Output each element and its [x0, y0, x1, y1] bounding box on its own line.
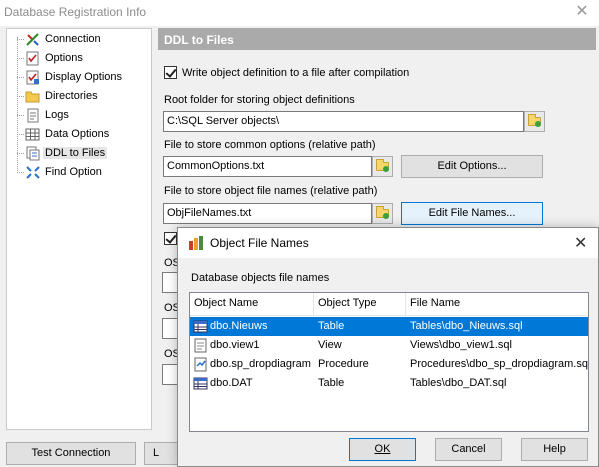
- table-row[interactable]: dbo.Nieuws Table Tables\dbo_Nieuws.sql: [190, 317, 588, 336]
- object-file-names-dialog: Object File Names ✕ Database objects fil…: [177, 227, 599, 467]
- display-options-icon: [26, 70, 39, 85]
- object-file-names-input[interactable]: ObjFileNames.txt: [163, 203, 372, 224]
- cell-object-type: Table: [318, 320, 345, 332]
- column-header-object-name[interactable]: Object Name: [190, 293, 314, 315]
- tree-branch: [17, 172, 24, 173]
- dialog-close-icon[interactable]: ✕: [574, 233, 587, 253]
- secondary-checkbox[interactable]: [164, 232, 177, 245]
- write-definition-label: Write object definition to a file after …: [182, 67, 410, 79]
- edit-options-button[interactable]: Edit Options...: [401, 155, 543, 178]
- cell-object-type: View: [318, 339, 342, 351]
- cell-object-type: Table: [318, 377, 345, 389]
- object-files-listview[interactable]: Object Name Object Type File Name dbo.Ni…: [189, 292, 589, 432]
- panel-heading: DDL to Files: [158, 28, 596, 50]
- cell-object-name: dbo.Nieuws: [210, 320, 268, 332]
- common-options-browse-button[interactable]: [372, 156, 393, 177]
- sidebar-item-data-options[interactable]: Data Options: [7, 125, 151, 144]
- find-arrows-icon: [26, 166, 40, 179]
- cell-file-name: Tables\dbo_DAT.sql: [410, 377, 507, 389]
- sidebar-item-label: Display Options: [45, 71, 123, 83]
- column-header-object-type[interactable]: Object Type: [314, 293, 406, 315]
- cell-object-type: Procedure: [318, 358, 369, 370]
- options-checklist-icon: [26, 51, 39, 66]
- tree-branch: [17, 77, 24, 78]
- sidebar-item-logs[interactable]: Logs: [7, 106, 151, 125]
- sidebar-item-label: Logs: [45, 109, 69, 121]
- cancel-button-label: Cancel: [451, 443, 486, 455]
- folder-open-icon: [528, 114, 541, 127]
- sidebar-item-directories[interactable]: Directories: [7, 87, 151, 106]
- cell-object-name: dbo.view1: [210, 339, 260, 351]
- sidebar-item-display-options[interactable]: Display Options: [7, 68, 151, 87]
- cell-file-name: Views\dbo_view1.sql: [410, 339, 512, 351]
- window-titlebar: Database Registration Info ✕: [0, 0, 599, 26]
- root-folder-input[interactable]: C:\SQL Server objects\: [163, 111, 524, 132]
- column-header-file-name[interactable]: File Name: [406, 293, 588, 315]
- table-row[interactable]: dbo.sp_dropdiagram Procedure Procedures\…: [190, 355, 588, 374]
- tree-branch: [17, 115, 24, 116]
- tree-branch: [17, 153, 24, 154]
- common-options-label: File to store common options (relative p…: [164, 139, 376, 151]
- tree-branch: [17, 58, 24, 59]
- cell-object-name: dbo.sp_dropdiagram: [210, 358, 311, 370]
- ok-button-label: OK: [374, 443, 391, 455]
- dialog-subtitle: Database objects file names: [191, 272, 330, 284]
- root-folder-label: Root folder for storing object definitio…: [164, 94, 355, 106]
- window-title: Database Registration Info: [4, 5, 147, 19]
- help-button[interactable]: Help: [521, 438, 588, 461]
- sidebar-item-label: Data Options: [45, 128, 110, 140]
- cell-object-name: dbo.DAT: [210, 377, 253, 389]
- table-icon: [193, 320, 208, 333]
- cell-file-name: Procedures\dbo_sp_dropdiagram.sql: [410, 358, 589, 370]
- root-folder-browse-button[interactable]: [524, 111, 545, 132]
- log-icon: [27, 108, 39, 123]
- sidebar-item-label: Connection: [45, 33, 101, 45]
- help-button-label: Help: [543, 443, 566, 455]
- sidebar-item-label: Find Option: [45, 166, 102, 178]
- ddl-file-icon: [26, 146, 40, 161]
- common-options-input[interactable]: CommonOptions.txt: [163, 156, 372, 177]
- sidebar-tree: Connection Options Display Options Direc…: [6, 28, 152, 430]
- grid-icon: [25, 128, 40, 141]
- sidebar-item-label: DDL to Files: [43, 147, 108, 159]
- connection-icon: [26, 33, 39, 46]
- window-close-icon[interactable]: ✕: [572, 2, 592, 22]
- folder-open-icon: [376, 206, 389, 219]
- tree-branch: [17, 134, 24, 135]
- folder-open-icon: [376, 159, 389, 172]
- tree-branch: [17, 96, 24, 97]
- ok-button[interactable]: OK: [349, 438, 416, 461]
- object-file-names-label: File to store object file names (relativ…: [164, 185, 378, 197]
- tree-branch: [17, 39, 24, 40]
- folder-icon: [25, 91, 40, 103]
- sidebar-item-find-option[interactable]: Find Option: [7, 163, 151, 182]
- sidebar-item-label: Options: [45, 52, 83, 64]
- edit-file-names-button[interactable]: Edit File Names...: [401, 202, 543, 225]
- dialog-title: Object File Names: [210, 236, 309, 250]
- app-icon: [189, 236, 203, 250]
- sidebar-item-label: Directories: [45, 90, 98, 102]
- sidebar-item-connection[interactable]: Connection: [7, 30, 151, 49]
- view-icon: [194, 338, 207, 353]
- test-connection-button[interactable]: Test Connection: [6, 442, 136, 465]
- header-divider: [190, 315, 588, 316]
- table-icon: [193, 377, 208, 390]
- dialog-titlebar: Object File Names ✕: [178, 228, 598, 258]
- sidebar-item-options[interactable]: Options: [7, 49, 151, 68]
- sidebar-item-ddl-to-files[interactable]: DDL to Files: [7, 144, 151, 163]
- procedure-icon: [194, 357, 207, 372]
- cell-file-name: Tables\dbo_Nieuws.sql: [410, 320, 523, 332]
- table-row[interactable]: dbo.view1 View Views\dbo_view1.sql: [190, 336, 588, 355]
- write-definition-checkbox[interactable]: [164, 66, 177, 79]
- cancel-button[interactable]: Cancel: [435, 438, 502, 461]
- object-file-names-browse-button[interactable]: [372, 203, 393, 224]
- table-row[interactable]: dbo.DAT Table Tables\dbo_DAT.sql: [190, 374, 588, 393]
